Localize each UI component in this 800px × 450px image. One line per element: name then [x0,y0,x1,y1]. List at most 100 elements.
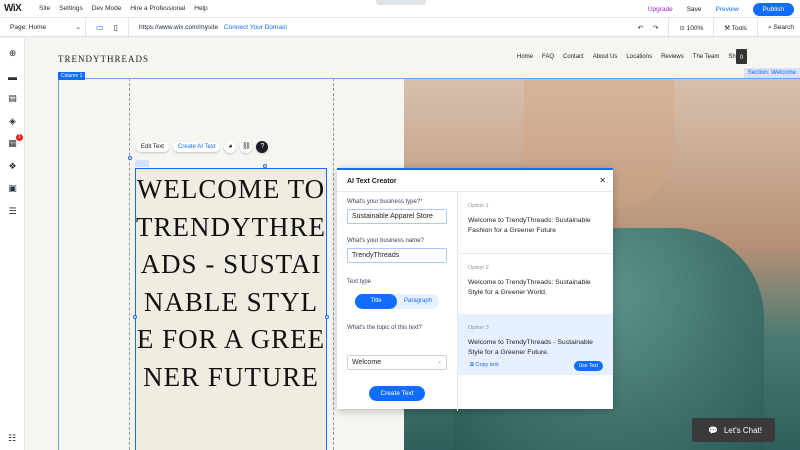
design-icon[interactable]: ◈ [7,116,18,127]
page-selector-label: Page: Home [10,23,47,31]
copy-text-button[interactable]: ⧉ Copy text [470,362,499,369]
save-button[interactable]: Save [687,6,702,13]
text-type-title[interactable]: Title [355,294,397,309]
section-label[interactable]: Section: Welcome [743,68,800,78]
publish-button[interactable]: Publish [752,3,794,16]
topic-value: Welcome [352,359,382,366]
topic-label: What's the topic of this text? [347,325,422,331]
nav-about-us[interactable]: About Us [593,54,618,60]
text-type-toggle: Title Paragraph [355,294,439,309]
undo-icon[interactable]: ↶ [637,24,642,32]
option-text: Welcome to TrendyThreads: Sustainable Fa… [468,217,591,234]
business-type-field[interactable]: Sustainable Apparel Store [347,209,447,224]
chevron-down-icon: ⌄ [75,24,81,31]
ai-text-creator-panel: AI Text Creator ✕ What's your business t… [337,168,613,411]
zoom-control[interactable]: ⊙ 100% [679,24,703,32]
grid-line [129,78,130,450]
collapse-tab[interactable] [376,0,426,5]
upgrade-link[interactable]: Upgrade [648,6,673,13]
search-button[interactable]: ⌕ Search [768,24,794,32]
resize-handle-right[interactable] [325,315,329,319]
pages-icon[interactable]: ▤ [7,93,18,104]
grid-line [333,78,334,450]
nav-reviews[interactable]: Reviews [661,54,684,60]
animation-icon[interactable]: ◕ [224,141,237,153]
menu-dev-mode[interactable]: Dev Mode [92,5,122,12]
menu-settings[interactable]: Settings [59,5,83,12]
site-url: https://www.wix.com/mysite Connect Your … [129,24,287,31]
mobile-icon[interactable]: ▯ [114,23,118,32]
top-bar: WiX Site Settings Dev Mode Hire a Profes… [0,0,800,18]
topic-dropdown[interactable]: Welcome ⌄ [347,355,447,370]
add-elements-icon[interactable]: ⊕ [7,48,18,59]
option-card[interactable]: Option 2 Welcome to TrendyThreads: Susta… [458,253,613,314]
url-text: https://www.wix.com/mysite [138,23,219,31]
resize-handle-left[interactable] [133,315,137,319]
media-icon[interactable]: ▣ [7,183,18,194]
site-brand[interactable]: TRENDYTHREADS [58,54,149,64]
menu-hire-professional[interactable]: Hire a Professional [130,5,185,12]
notification-badge: 1 [16,134,23,141]
editor-tools: ↶ ↷ ⊙ 100% ⚒ Tools ⌕ Search [637,18,794,37]
editor-toolbar: Page: Home ⌄ ▭ ▯ https://www.wix.com/mys… [0,18,800,37]
search-label: Search [773,23,794,31]
chat-label: Let's Chat! [723,425,762,435]
chat-button[interactable]: 💬 Let's Chat! [692,418,775,442]
copy-text-label: Copy text [475,362,499,368]
connect-domain-link[interactable]: Connect Your Domain [224,24,287,31]
text-box-tag [135,160,149,167]
nav-faq[interactable]: FAQ [542,54,554,60]
cms-icon[interactable]: ☰ [7,206,18,217]
desktop-icon[interactable]: ▭ [96,23,104,32]
business-type-label: What's your business type?* [347,199,423,205]
use-text-button[interactable]: Use Text [573,361,603,371]
top-actions: Upgrade Save Preview Publish [648,3,794,16]
edit-text-button[interactable]: Edit Text [136,142,169,152]
left-sidebar: ⊕ ▬ ▤ ◈ ▦ 1 ❖ ▣ ☰ [0,38,25,450]
headline-text: WELCOME TO TRENDYTHREADS - SUSTAINABLE S… [136,174,326,392]
text-toolbar: Edit Text Create AI Text ◕ ⛓ ? [136,141,269,153]
option-label: Option 2 [468,265,489,271]
option-card-selected[interactable]: Option 3 Welcome to TrendyThreads - Sust… [458,314,613,375]
ai-options: Option 1 Welcome to TrendyThreads: Susta… [457,192,613,411]
text-type-label: Text type [347,279,372,285]
chat-bubble-icon: 💬 [708,425,718,435]
text-type-paragraph[interactable]: Paragraph [397,294,439,309]
create-text-button[interactable]: Create Text [369,386,425,401]
divider [756,18,758,37]
close-icon[interactable]: ✕ [599,176,606,185]
divider [668,18,670,37]
headline-text-box[interactable]: WELCOME TO TRENDYTHREADS - SUSTAINABLE S… [135,168,327,450]
zoom-value: 100% [686,24,704,32]
option-card[interactable]: Option 1 Welcome to TrendyThreads: Susta… [458,192,613,253]
tools-button[interactable]: ⚒ Tools [724,24,747,32]
nav-locations[interactable]: Locations [626,54,652,60]
link-icon[interactable]: ⛓ [240,141,253,153]
device-switcher: ▭ ▯ [86,18,129,36]
site-nav[interactable]: Home FAQ Contact About Us Locations Revi… [517,54,742,60]
wix-logo: WiX [4,3,22,14]
help-icon[interactable]: ☷ [8,433,16,444]
help-icon[interactable]: ? [256,141,269,153]
redo-icon[interactable]: ↷ [653,24,658,32]
ai-form: What's your business type?* Sustainable … [337,192,457,411]
cart-icon[interactable]: 0 [736,49,747,64]
preview-button[interactable]: Preview [716,6,739,13]
resize-handle-top[interactable] [263,164,267,168]
nav-contact[interactable]: Contact [563,54,584,60]
business-name-field[interactable]: TrendyThreads [347,248,447,263]
business-icon[interactable]: ❖ [7,161,18,172]
option-label: Option 3 [468,325,489,331]
create-ai-text-button[interactable]: Create AI Text [172,142,221,152]
menu-site[interactable]: Site [39,5,50,12]
nav-home[interactable]: Home [517,54,533,60]
nav-the-team[interactable]: The Team [693,54,720,60]
main-menu: Site Settings Dev Mode Hire a Profession… [30,5,208,12]
option-text: Welcome to TrendyThreads - Sustainable S… [468,339,593,356]
panel-title: AI Text Creator [347,178,397,185]
rotate-handle[interactable] [128,156,132,160]
page-selector[interactable]: Page: Home ⌄ [0,18,86,36]
add-section-icon[interactable]: ▬ [7,71,18,82]
menu-help[interactable]: Help [194,5,207,12]
column-guide [58,78,59,450]
